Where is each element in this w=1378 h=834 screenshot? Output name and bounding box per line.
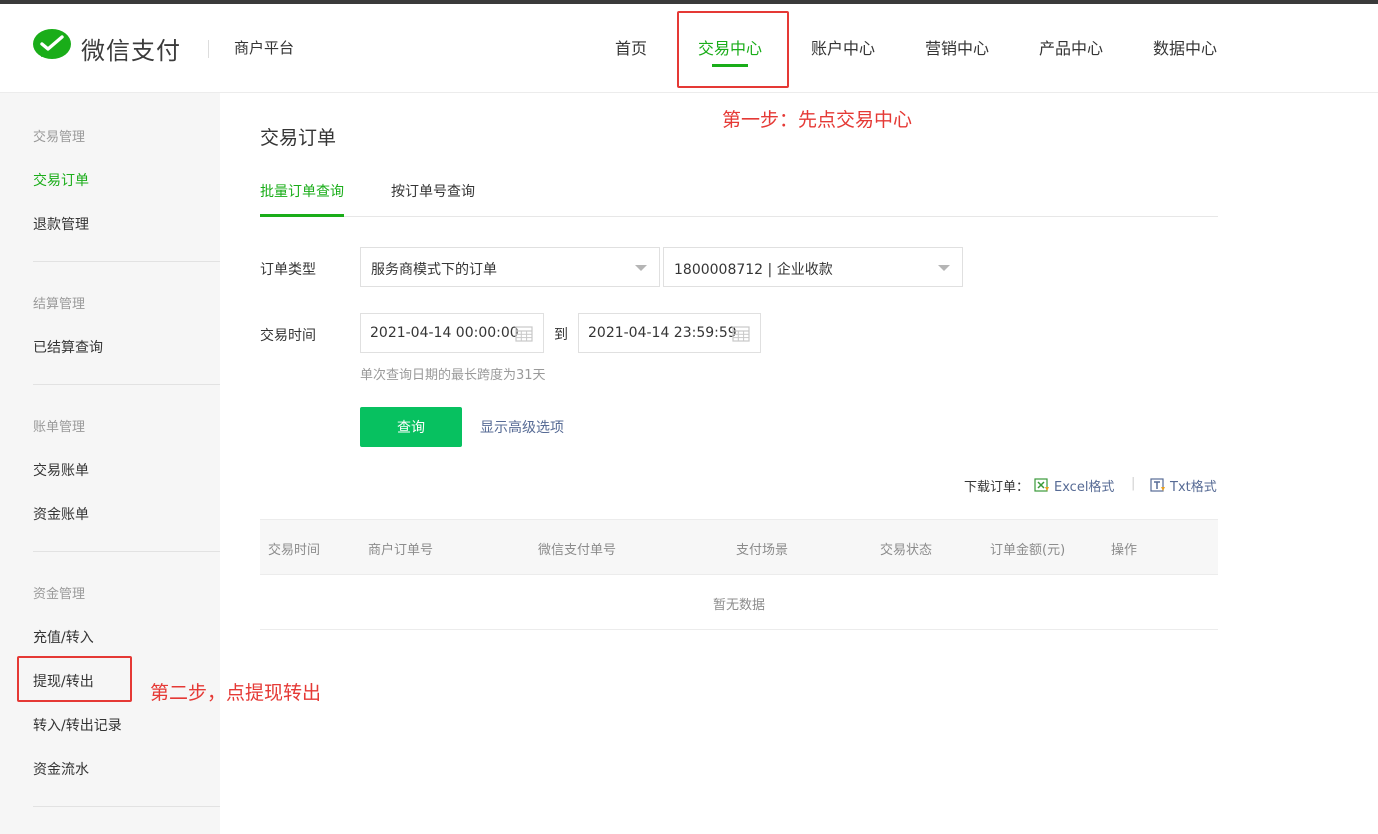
platform-label: 商户平台 (234, 39, 295, 57)
txt-link-text: Txt格式 (1170, 480, 1217, 495)
sidebar-item-refunds[interactable]: 退款管理 (33, 214, 89, 234)
empty-state-text: 暂无数据 (712, 598, 765, 613)
column-header: 订单金额(元) (990, 543, 1066, 558)
sidebar-divider (33, 384, 220, 385)
column-header: 操作 (1111, 543, 1138, 558)
download-txt-link[interactable]: Txt格式 (1150, 476, 1217, 495)
sidebar-item-withdraw[interactable]: 提现/转出 (33, 671, 94, 691)
column-header: 交易时间 (268, 543, 321, 558)
merchant-value: 1800008712 | 企业收款 (674, 262, 833, 278)
sidebar-item-transfer-records[interactable]: 转入/转出记录 (33, 715, 122, 735)
start-time-value: 2021-04-14 00:00:00 (370, 325, 519, 341)
nav-account-center[interactable]: 账户中心 (811, 35, 875, 59)
sidebar-divider (33, 551, 220, 552)
order-type-value: 服务商模式下的订单 (371, 262, 497, 278)
download-excel-link[interactable]: Excel格式 (1034, 476, 1114, 495)
column-header: 微信支付单号 (538, 543, 617, 558)
excel-link-text: Excel格式 (1054, 480, 1115, 495)
sidebar-group-title: 结算管理 (33, 297, 86, 312)
sidebar-divider (33, 261, 220, 262)
sidebar-group-title: 账单管理 (33, 420, 86, 435)
sidebar-item-recharge[interactable]: 充值/转入 (33, 627, 94, 647)
brand-name: 微信支付 (81, 36, 181, 65)
download-label: 下载订单： (964, 480, 1030, 495)
sidebar-item-fund-bill[interactable]: 资金账单 (33, 504, 89, 524)
nav-trade-center[interactable]: 交易中心 (698, 35, 762, 59)
tab-active-underline (260, 214, 344, 217)
chevron-down-icon (938, 265, 950, 271)
wechat-pay-logo-icon (33, 29, 73, 67)
sidebar-item-settled-query[interactable]: 已结算查询 (33, 337, 103, 357)
header: 微信支付 商户平台 首页 交易中心 账户中心 营销中心 产品中心 数据中心 (0, 4, 1378, 93)
excel-icon (1034, 478, 1050, 493)
download-separator: | (1131, 476, 1136, 491)
date-range-hint: 单次查询日期的最长跨度为31天 (360, 368, 546, 383)
logo-divider (208, 40, 209, 58)
end-time-value: 2021-04-14 23:59:59 (588, 325, 737, 341)
order-type-label: 订单类型 (260, 262, 316, 278)
trade-time-label: 交易时间 (260, 328, 316, 344)
order-type-select[interactable]: 服务商模式下的订单 (360, 247, 660, 287)
calendar-icon[interactable] (732, 325, 750, 342)
calendar-icon[interactable] (515, 325, 533, 342)
query-button[interactable]: 查询 (360, 407, 462, 447)
start-time-input[interactable]: 2021-04-14 00:00:00 (360, 313, 544, 353)
column-header: 商户订单号 (368, 543, 434, 558)
nav-data-center[interactable]: 数据中心 (1153, 35, 1217, 59)
merchant-select[interactable]: 1800008712 | 企业收款 (663, 247, 963, 287)
sidebar-group-title: 交易管理 (33, 130, 86, 145)
annotation-step2-text: 第二步，点提现转出 (150, 682, 322, 704)
tabs-divider (260, 216, 1218, 217)
nav-product-center[interactable]: 产品中心 (1039, 35, 1103, 59)
sidebar-group-title: 资金管理 (33, 587, 86, 602)
show-advanced-link[interactable]: 显示高级选项 (480, 417, 564, 437)
tab-order-number-query[interactable]: 按订单号查询 (391, 181, 475, 201)
sidebar-item-trade-bill[interactable]: 交易账单 (33, 460, 89, 480)
column-header: 支付场景 (736, 543, 789, 558)
txt-icon (1150, 478, 1166, 493)
range-to-label: 到 (554, 327, 568, 343)
logo[interactable]: 微信支付 (33, 29, 181, 67)
sidebar-item-trade-orders[interactable]: 交易订单 (33, 170, 89, 190)
page-title: 交易订单 (260, 127, 337, 149)
chevron-down-icon (635, 265, 647, 271)
column-header: 交易状态 (880, 543, 933, 558)
nav-active-underline (712, 64, 748, 67)
nav-home[interactable]: 首页 (615, 35, 647, 59)
sidebar-divider (33, 806, 220, 807)
orders-table-header: 交易时间 商户订单号 微信支付单号 支付场景 交易状态 订单金额(元) 操作 (260, 519, 1218, 575)
tab-batch-query[interactable]: 批量订单查询 (260, 181, 344, 201)
nav-marketing-center[interactable]: 营销中心 (925, 35, 989, 59)
orders-table-body: 暂无数据 (260, 575, 1218, 630)
annotation-step1-text: 第一步：先点交易中心 (722, 109, 913, 131)
sidebar: 交易管理 交易订单 退款管理 结算管理 已结算查询 账单管理 交易账单 资金账单… (0, 93, 220, 834)
end-time-input[interactable]: 2021-04-14 23:59:59 (578, 313, 761, 353)
sidebar-item-fund-flow[interactable]: 资金流水 (33, 759, 89, 779)
